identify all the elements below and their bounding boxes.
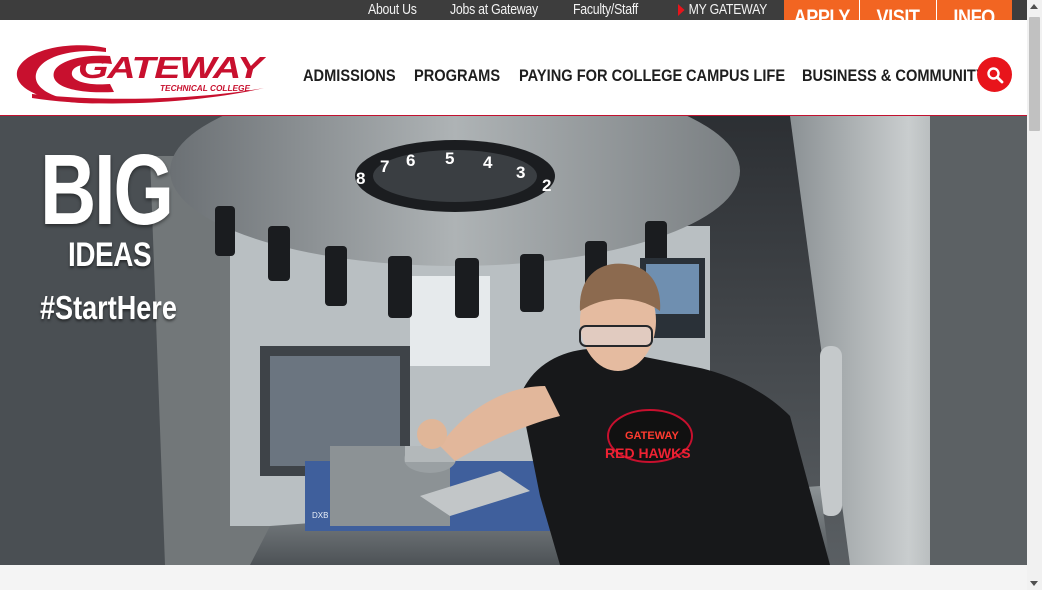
my-gateway-label: MY GATEWAY xyxy=(688,1,768,18)
search-button[interactable] xyxy=(977,57,1012,92)
hero-headline: BIG xyxy=(40,134,174,246)
hero-banner[interactable]: 8 7 6 5 4 3 2 DXB CrossOver GATEWAY RED … xyxy=(0,116,1027,565)
page-scrollbar[interactable] xyxy=(1027,0,1042,590)
tool-number-8: 8 xyxy=(356,169,365,188)
tool-number-6: 6 xyxy=(406,151,415,170)
my-gateway-link[interactable]: MY GATEWAY xyxy=(678,0,767,20)
site-header: GATEWAY TECHNICAL COLLEGE ADMISSIONS PRO… xyxy=(0,20,1027,116)
search-icon xyxy=(986,66,1003,83)
tool-number-4: 4 xyxy=(483,153,493,172)
tool-number-2: 2 xyxy=(542,176,551,195)
content-strip xyxy=(0,565,1027,590)
nav-admissions[interactable]: ADMISSIONS xyxy=(303,65,396,87)
gateway-logo[interactable]: GATEWAY TECHNICAL COLLEGE xyxy=(14,42,266,106)
faculty-staff-link[interactable]: Faculty/Staff xyxy=(573,0,638,20)
hero-subheadline: IDEAS xyxy=(68,236,152,274)
scroll-thumb[interactable] xyxy=(1029,17,1040,131)
nav-business-community[interactable]: BUSINESS & COMMUNITY xyxy=(802,65,986,87)
logo-wordmark: GATEWAY xyxy=(78,50,266,85)
shirt-text: RED HAWKS xyxy=(605,445,691,461)
shirt-brand: GATEWAY xyxy=(625,430,679,442)
tool-number-5: 5 xyxy=(445,149,454,168)
scroll-up-icon[interactable] xyxy=(1030,4,1038,9)
hero-hashtag: #StartHere xyxy=(40,289,177,326)
caret-right-icon xyxy=(678,4,685,16)
jobs-at-gateway-link[interactable]: Jobs at Gateway xyxy=(450,0,538,20)
tool-number-3: 3 xyxy=(516,163,525,182)
tool-number-7: 7 xyxy=(380,157,389,176)
nav-programs[interactable]: PROGRAMS xyxy=(414,65,500,87)
nav-paying-for-college[interactable]: PAYING FOR COLLEGE xyxy=(519,65,682,87)
logo-tagline: TECHNICAL COLLEGE xyxy=(160,83,250,93)
about-us-link[interactable]: About Us xyxy=(368,0,417,20)
nav-campus-life[interactable]: CAMPUS LIFE xyxy=(686,65,785,87)
scroll-down-icon[interactable] xyxy=(1030,581,1038,586)
